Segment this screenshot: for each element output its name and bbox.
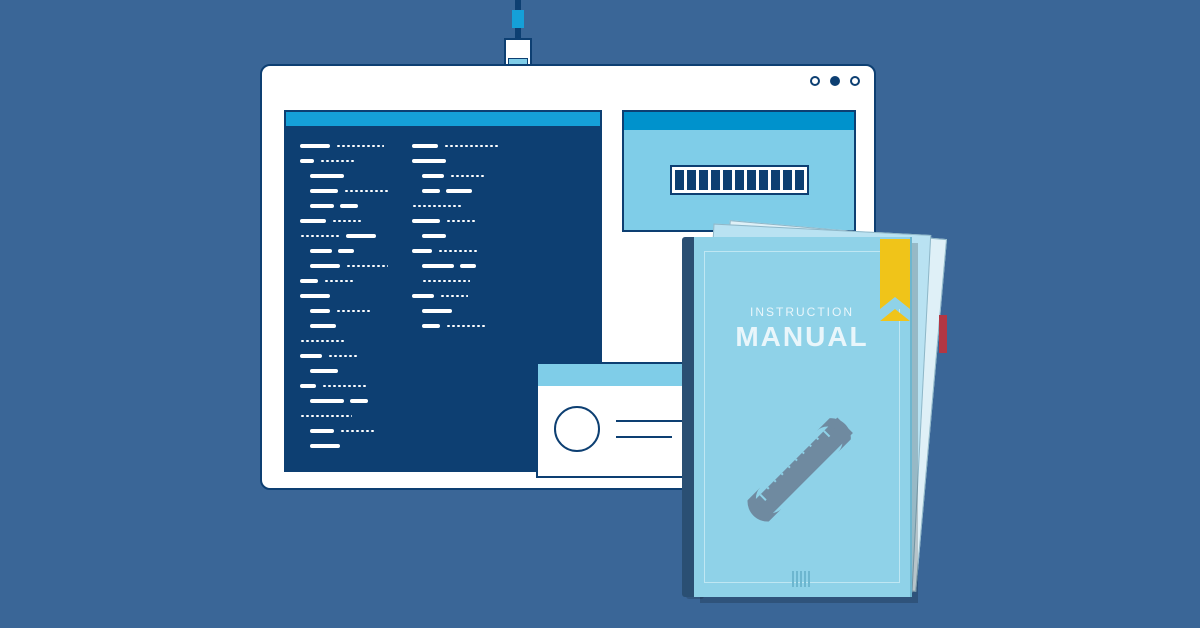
manual-cover: INSTRUCTION MANUAL	[694, 237, 912, 597]
bookmark-red-icon	[939, 315, 947, 353]
progress-panel	[622, 110, 856, 232]
window-control-icon[interactable]	[850, 76, 860, 86]
terminal-titlebar	[286, 112, 600, 126]
manual-title: MANUAL	[694, 321, 910, 353]
window-controls	[810, 76, 860, 86]
instruction-manual: INSTRUCTION MANUAL	[668, 225, 938, 605]
progress-bar	[670, 165, 809, 195]
manual-subtitle: INSTRUCTION	[694, 305, 910, 319]
barcode-icon	[792, 571, 812, 587]
window-control-icon[interactable]	[810, 76, 820, 86]
bookmark-yellow-icon	[880, 239, 910, 309]
window-control-icon[interactable]	[830, 76, 840, 86]
tools-icon	[732, 397, 872, 537]
avatar-icon	[554, 406, 600, 452]
text-line	[616, 436, 672, 438]
progress-titlebar	[624, 112, 854, 130]
